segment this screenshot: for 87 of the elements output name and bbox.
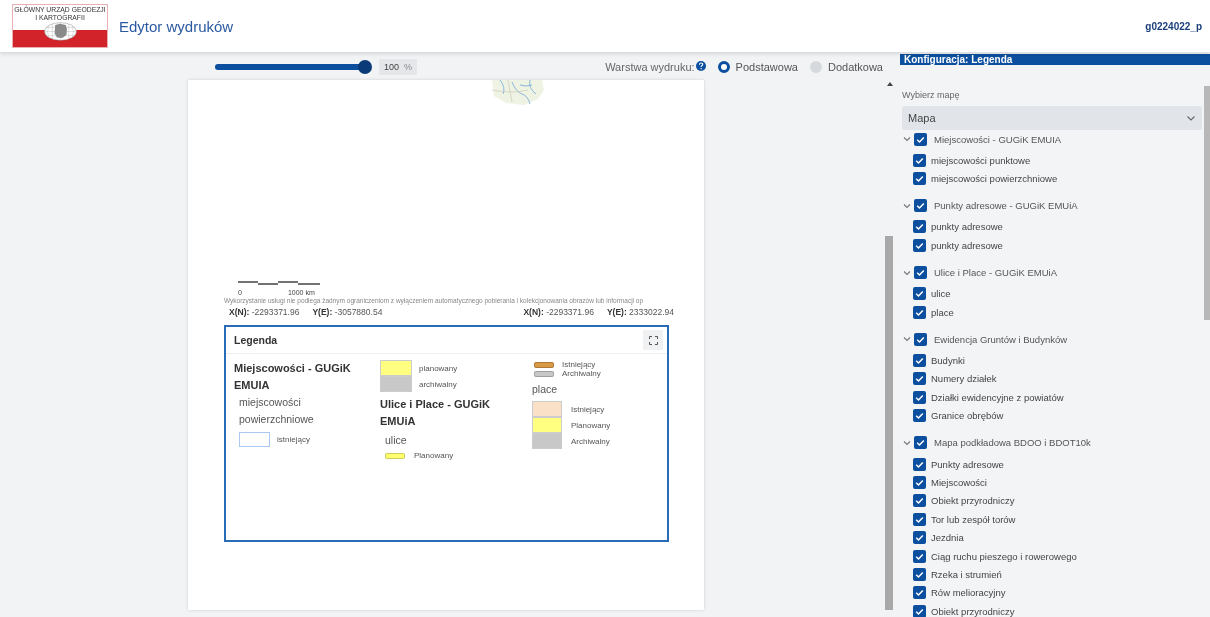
legend-label: ulice	[384, 433, 408, 448]
checkbox[interactable]	[913, 549, 926, 563]
checkbox[interactable]	[913, 305, 926, 319]
layer-group-label: Ewidencja Gruntów i Budynków	[934, 333, 1068, 345]
checkbox[interactable]	[914, 436, 927, 450]
layer-label: Budynki	[931, 355, 965, 367]
coordinate-text: Y(E): -3057880.54	[312, 307, 383, 317]
checkbox[interactable]	[913, 287, 926, 301]
checkbox[interactable]	[913, 220, 926, 234]
layer-label: Rów melioracyjny	[931, 587, 1006, 599]
layer-group-label: Mapa podkładowa BDOO i BDOT10k	[934, 437, 1091, 449]
checkbox[interactable]	[913, 604, 926, 617]
layer-radio[interactable]: Podstawowa	[717, 61, 798, 73]
map-select[interactable]: Mapa	[902, 106, 1202, 130]
layer-label: miejscowości powierzchniowe	[931, 173, 1058, 185]
layer-group-label: Miejscowości - GUGiK EMUIA	[934, 133, 1062, 145]
legend-item-label: istniejący	[277, 435, 310, 444]
legend-item-label: Istniejący	[571, 404, 605, 414]
legend-item-label: Archiwalny	[562, 369, 601, 378]
layer-label: Jezdnia	[931, 532, 964, 544]
legend-label: miejscowości powierzchniowe	[238, 395, 315, 427]
layer-label: Warstwa wydruku:	[605, 61, 695, 73]
layer-radio[interactable]: Dodatkowa	[809, 61, 883, 73]
panel-title: Konfiguracja: Legenda	[900, 54, 1210, 65]
expand-icon	[648, 335, 658, 345]
legend-item-label: archiwalny	[419, 379, 457, 389]
map-select-label: Wybierz mapę	[902, 90, 961, 102]
checkbox[interactable]	[913, 457, 926, 471]
user-name: g0224022_p	[1145, 20, 1202, 32]
legend-item-label: Planowany	[571, 420, 611, 430]
layer-label: punkty adresowe	[931, 221, 1003, 233]
legend-heading: Ulice i Place - GUGiK EMUiA	[380, 397, 492, 429]
layer-label: Rzeka i strumień	[931, 568, 1002, 580]
layer-group-label: Punkty adresowe - GUGiK EMUiA	[934, 200, 1078, 212]
checkbox[interactable]	[913, 586, 926, 600]
checkbox[interactable]	[913, 238, 926, 252]
layer-label: Obiekt przyrodniczy	[931, 495, 1015, 507]
layer-group-label: Ulice i Place - GUGiK EMUiA	[934, 267, 1057, 279]
checkbox[interactable]	[914, 199, 927, 213]
legend-label: place	[532, 382, 559, 397]
checkbox[interactable]	[914, 266, 927, 280]
coordinate-text: Y(E): 2333022.94	[606, 307, 674, 317]
layer-label: Granice obrębów	[931, 410, 1004, 422]
layer-label: Miejscowości	[931, 477, 987, 488]
checkbox[interactable]	[914, 332, 927, 346]
legend-item-label: Planowany	[414, 451, 454, 460]
layer-label: Ciąg ruchu pieszego i rowerowego	[931, 550, 1077, 562]
layer-label: Obiekt przyrodniczy	[931, 605, 1015, 617]
help-icon[interactable]	[695, 61, 706, 71]
checkbox[interactable]	[913, 409, 926, 423]
coordinate-text: X(N): -2293371.96	[229, 307, 300, 317]
layer-label: place	[931, 306, 954, 318]
checkbox[interactable]	[913, 531, 926, 545]
map-drawing	[490, 80, 546, 106]
checkbox[interactable]	[913, 494, 926, 508]
layer-label: Numery działek	[931, 373, 997, 385]
legend-heading: Miejscowości - GUGiK EMUIA	[234, 361, 352, 393]
layer-label: punkty adresowe	[931, 239, 1003, 251]
checkbox[interactable]	[913, 354, 926, 368]
layer-label: miejscowości punktowe	[931, 154, 1031, 166]
layer-label: Działki ewidencyjne z powiatów	[931, 391, 1064, 403]
zoom-value-field[interactable]: 100 %	[379, 59, 417, 75]
checkbox[interactable]	[913, 153, 926, 167]
checkbox[interactable]	[914, 132, 927, 146]
checkbox[interactable]	[913, 372, 926, 386]
arrow-up-icon[interactable]	[887, 82, 893, 86]
chevron-icon	[1186, 113, 1196, 123]
checkbox[interactable]	[913, 172, 926, 186]
checkbox[interactable]	[913, 567, 926, 581]
layer-label: Punkty adresowe	[931, 458, 1004, 470]
layer-label: ulice	[931, 288, 951, 300]
legend-item-label: planowany	[419, 363, 458, 373]
layer-label: Tor lub zespół torów	[931, 513, 1016, 525]
legend-item-label: Archiwalny	[571, 436, 610, 446]
checkbox[interactable]	[913, 512, 926, 526]
scrollbar[interactable]	[1204, 86, 1210, 320]
checkbox[interactable]	[913, 476, 926, 489]
expand-button[interactable]	[643, 330, 663, 350]
legend-title: Legenda	[234, 334, 278, 346]
checkbox[interactable]	[913, 390, 926, 404]
slider-thumb[interactable]	[358, 60, 372, 74]
collapse-toggle[interactable]	[902, 134, 912, 144]
legend-item-label: Istniejący	[562, 360, 596, 369]
scrollbar-thumb[interactable]	[885, 236, 893, 610]
coordinate-text: X(N): -2293371.96	[523, 307, 594, 317]
app-title: Edytor wydruków	[119, 17, 234, 35]
globe-icon	[44, 22, 77, 41]
